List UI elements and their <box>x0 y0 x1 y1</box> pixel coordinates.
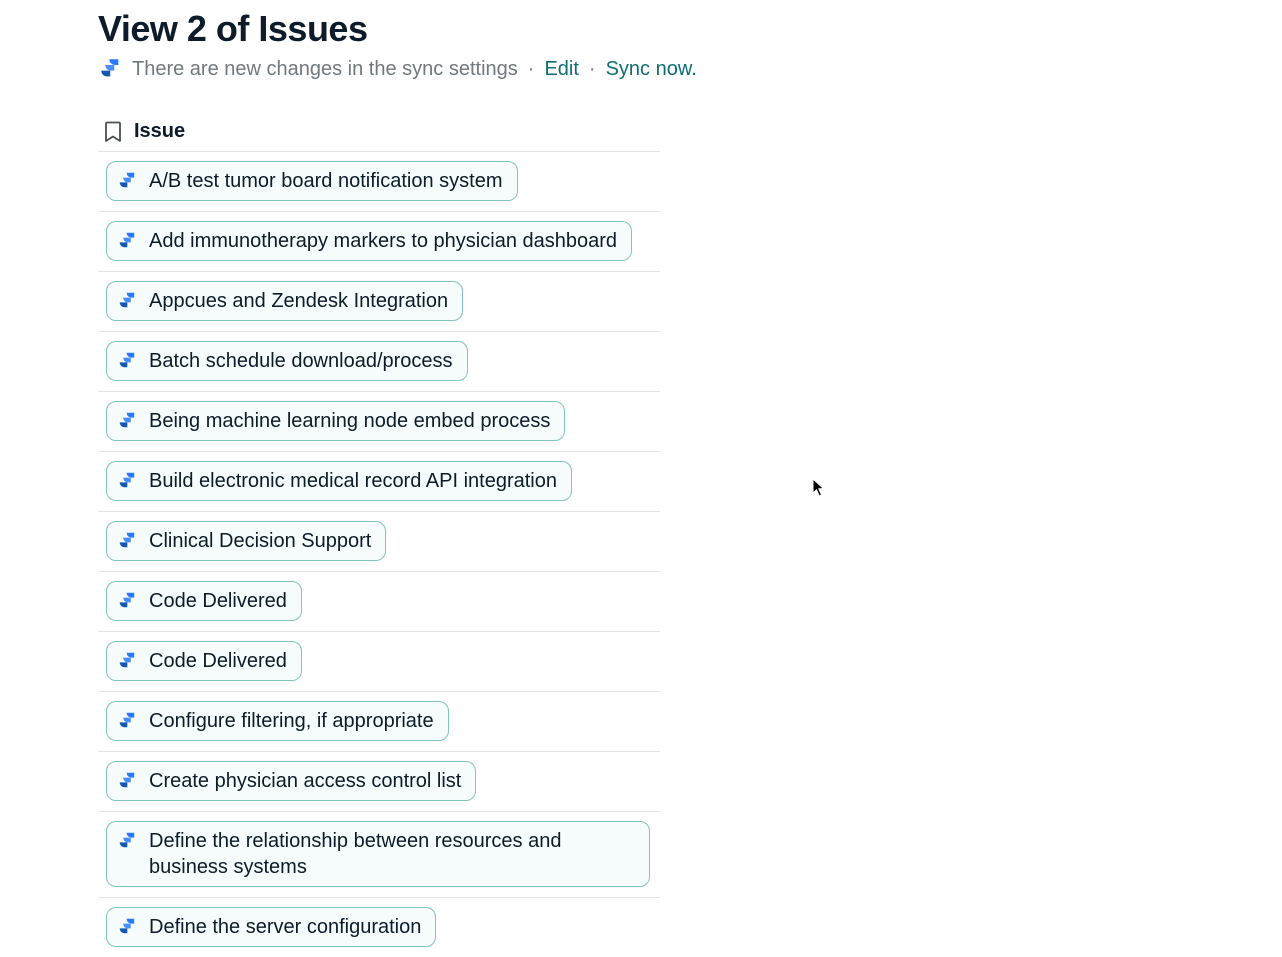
issue-label: Batch schedule download/process <box>149 348 453 374</box>
table-row: Configure filtering, if appropriate <box>98 691 660 751</box>
issue-label: Build electronic medical record API inte… <box>149 468 557 494</box>
separator: · <box>587 57 598 81</box>
issue-label: Define the relationship between resource… <box>149 828 635 880</box>
issue-pill[interactable]: Create physician access control list <box>106 761 476 801</box>
jira-icon <box>117 830 139 852</box>
issue-label: Being machine learning node embed proces… <box>149 408 550 434</box>
column-title: Issue <box>134 120 185 143</box>
bookmark-icon <box>104 121 122 143</box>
jira-icon <box>117 770 139 792</box>
table-row: Define the relationship between resource… <box>98 811 660 897</box>
sync-status-text: There are new changes in the sync settin… <box>132 57 518 81</box>
issue-label: Create physician access control list <box>149 768 461 794</box>
edit-link[interactable]: Edit <box>544 57 578 81</box>
issue-pill[interactable]: Configure filtering, if appropriate <box>106 701 449 741</box>
issue-pill[interactable]: Build electronic medical record API inte… <box>106 461 572 501</box>
jira-icon <box>117 290 139 312</box>
column-header[interactable]: Issue <box>98 116 660 151</box>
sync-now-link[interactable]: Sync now. <box>606 57 697 81</box>
table-row: Clinical Decision Support <box>98 511 660 571</box>
issue-pill[interactable]: Code Delivered <box>106 641 302 681</box>
jira-icon <box>117 350 139 372</box>
issue-pill[interactable]: Code Delivered <box>106 581 302 621</box>
issue-pill[interactable]: Define the relationship between resource… <box>106 821 650 887</box>
jira-icon <box>117 916 139 938</box>
jira-icon <box>98 56 124 82</box>
issue-label: Appcues and Zendesk Integration <box>149 288 448 314</box>
sync-status-bar: There are new changes in the sync settin… <box>98 56 1282 82</box>
jira-icon <box>117 470 139 492</box>
table-row: Appcues and Zendesk Integration <box>98 271 660 331</box>
table-row: A/B test tumor board notification system <box>98 151 660 211</box>
jira-icon <box>117 650 139 672</box>
jira-icon <box>117 530 139 552</box>
jira-icon <box>117 710 139 732</box>
issue-pill[interactable]: Clinical Decision Support <box>106 521 386 561</box>
page-title: View 2 of Issues <box>98 8 1282 50</box>
issue-pill[interactable]: Define the server configuration <box>106 907 436 947</box>
issue-pill[interactable]: A/B test tumor board notification system <box>106 161 518 201</box>
issue-label: Clinical Decision Support <box>149 528 371 554</box>
issue-pill[interactable]: Batch schedule download/process <box>106 341 468 381</box>
issues-table: Issue A/B test tumor board notification … <box>98 116 660 957</box>
issue-label: Add immunotherapy markers to physician d… <box>149 228 617 254</box>
issue-label: Configure filtering, if appropriate <box>149 708 434 734</box>
jira-icon <box>117 230 139 252</box>
table-row: Being machine learning node embed proces… <box>98 391 660 451</box>
table-row: Build electronic medical record API inte… <box>98 451 660 511</box>
issue-label: A/B test tumor board notification system <box>149 168 503 194</box>
issue-label: Define the server configuration <box>149 914 421 940</box>
issue-label: Code Delivered <box>149 648 287 674</box>
jira-icon <box>117 590 139 612</box>
issue-pill[interactable]: Add immunotherapy markers to physician d… <box>106 221 632 261</box>
table-row: Code Delivered <box>98 631 660 691</box>
table-row: Define the server configuration <box>98 897 660 957</box>
issue-pill[interactable]: Being machine learning node embed proces… <box>106 401 565 441</box>
jira-icon <box>117 170 139 192</box>
table-row: Add immunotherapy markers to physician d… <box>98 211 660 271</box>
table-row: Create physician access control list <box>98 751 660 811</box>
issue-label: Code Delivered <box>149 588 287 614</box>
issue-pill[interactable]: Appcues and Zendesk Integration <box>106 281 463 321</box>
jira-icon <box>117 410 139 432</box>
table-row: Code Delivered <box>98 571 660 631</box>
separator: · <box>526 57 537 81</box>
table-row: Batch schedule download/process <box>98 331 660 391</box>
